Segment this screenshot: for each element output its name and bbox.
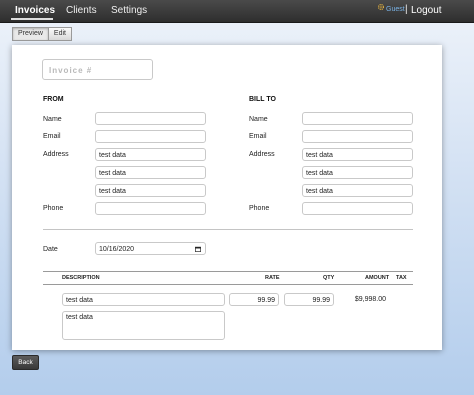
- line-item-notes-textarea[interactable]: test data: [62, 311, 225, 340]
- top-nav-bar: Invoices Clients Settings Guest | Logout: [0, 0, 474, 23]
- line-item-rate-input[interactable]: 99.99: [229, 293, 279, 306]
- bill-to-email-input[interactable]: [302, 130, 413, 143]
- table-top-border: [43, 271, 413, 272]
- column-tax: TAX: [396, 275, 407, 281]
- bill-to-address-line1[interactable]: test data: [302, 148, 413, 161]
- bill-to-email-label: Email: [249, 133, 267, 140]
- from-name-input[interactable]: [95, 112, 206, 125]
- line-item-qty-input[interactable]: 99.99: [284, 293, 334, 306]
- column-rate: RATE: [265, 275, 280, 281]
- from-phone-input[interactable]: [95, 202, 206, 215]
- column-amount: AMOUNT: [365, 275, 390, 281]
- date-value: 10/16/2020: [99, 246, 135, 253]
- bill-to-name-input[interactable]: [302, 112, 413, 125]
- bill-to-name-label: Name: [249, 116, 268, 123]
- bill-to-address-label: Address: [249, 151, 275, 158]
- from-email-label: Email: [43, 133, 61, 140]
- section-divider: [43, 229, 413, 230]
- column-description: DESCRIPTION: [62, 275, 100, 281]
- view-mode-toggle: Preview Edit: [12, 27, 72, 41]
- from-address-line3[interactable]: test data: [95, 184, 206, 197]
- from-address-line1[interactable]: test data: [95, 148, 206, 161]
- bill-to-phone-label: Phone: [249, 205, 270, 212]
- nav-invoices[interactable]: Invoices: [15, 5, 55, 16]
- bill-to-heading: BILL TO: [249, 96, 276, 103]
- from-email-input[interactable]: [95, 130, 206, 143]
- bill-to-address-line3[interactable]: test data: [302, 184, 413, 197]
- nav-settings[interactable]: Settings: [111, 5, 147, 16]
- column-qty: QTY: [323, 275, 335, 281]
- from-name-label: Name: [43, 116, 62, 123]
- back-button[interactable]: Back: [12, 355, 39, 370]
- nav-separator: |: [405, 4, 408, 15]
- date-label: Date: [43, 246, 58, 253]
- bill-to-phone-input[interactable]: [302, 202, 413, 215]
- calendar-icon[interactable]: [195, 246, 201, 252]
- invoice-number-input[interactable]: Invoice #: [42, 59, 153, 80]
- from-phone-label: Phone: [43, 205, 64, 212]
- table-header-border: [43, 284, 413, 285]
- from-address-line2[interactable]: test data: [95, 166, 206, 179]
- date-input[interactable]: 10/16/2020: [95, 242, 206, 255]
- invoice-card: Invoice # FROM Name Email Address test d…: [12, 45, 442, 350]
- guest-user-link[interactable]: Guest: [386, 6, 405, 13]
- nav-clients[interactable]: Clients: [66, 5, 97, 16]
- from-address-label: Address: [43, 151, 69, 158]
- logout-link[interactable]: Logout: [411, 5, 442, 16]
- nav-active-underline: [11, 18, 53, 20]
- line-item-description-input[interactable]: test data: [62, 293, 225, 306]
- bill-to-address-line2[interactable]: test data: [302, 166, 413, 179]
- gear-icon: [377, 3, 385, 11]
- from-heading: FROM: [43, 96, 64, 103]
- line-item-amount: $9,998.00: [354, 296, 386, 303]
- preview-button[interactable]: Preview: [12, 27, 49, 41]
- edit-button[interactable]: Edit: [48, 27, 72, 41]
